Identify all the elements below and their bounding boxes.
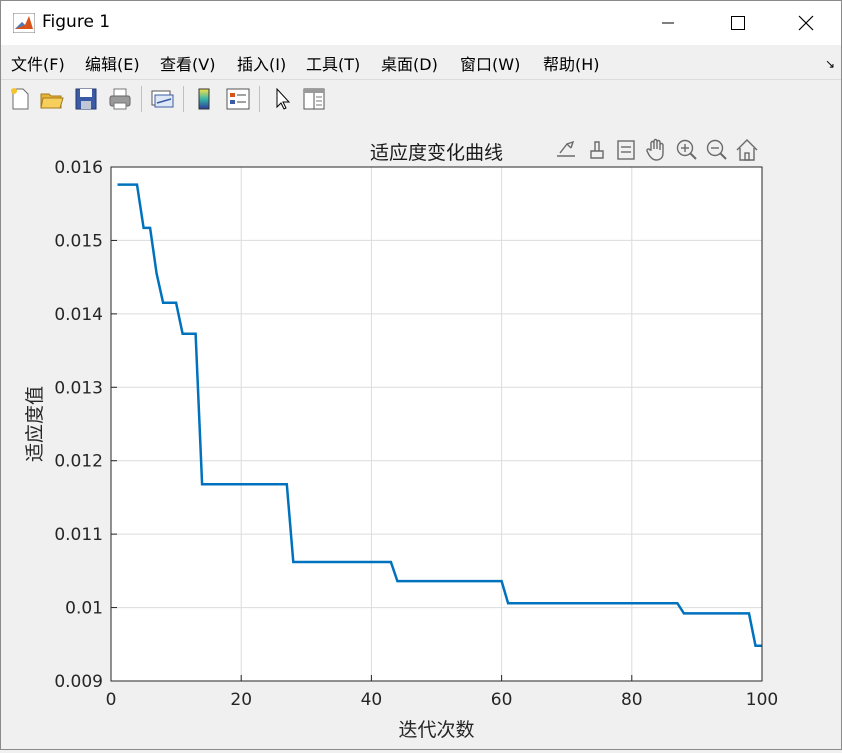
menu-desktop[interactable]: 桌面(D) [381, 51, 438, 75]
open-file-icon[interactable] [39, 86, 65, 112]
property-inspector-icon[interactable] [301, 86, 327, 112]
zoom-out-icon[interactable] [706, 139, 727, 160]
chart-svg: 0 20 40 60 80 100 0.0090.010.0110.0120.0130.0… [24, 138, 778, 741]
menu-window[interactable]: 窗口(W) [460, 51, 520, 75]
menu-view[interactable]: 查看(V) [160, 51, 215, 75]
toolbar-separator [141, 86, 142, 112]
new-figure-icon[interactable] [7, 86, 33, 112]
x-tick-label: 100 [746, 690, 778, 710]
x-tick-label: 80 [621, 690, 643, 710]
menu-edit[interactable]: 编辑(E) [85, 51, 140, 75]
menu-bar: 文件(F) 编辑(E) 查看(V) 插入(I) 工具(T) 桌面(D) 窗口(W… [1, 45, 841, 79]
link-plot-icon[interactable] [149, 86, 175, 112]
edit-plot-icon[interactable] [269, 86, 295, 112]
window-title: Figure 1 [42, 12, 111, 32]
y-tick-label: 0.015 [54, 231, 103, 251]
matlab-logo-icon [13, 13, 35, 33]
y-tick-label: 0.014 [54, 305, 103, 325]
chart-title: 适应度变化曲线 [370, 142, 503, 164]
figure-toolbar [1, 79, 841, 119]
export-icon[interactable] [557, 140, 575, 157]
toolbar-separator [183, 86, 184, 112]
y-axis-ticks: 0.009 0.01 0.011 0.012 0.013 0.014 0.015 0.016 [54, 158, 117, 692]
x-axis-label: 迭代次数 [398, 719, 474, 741]
y-tick-label: 0.013 [54, 378, 103, 398]
close-icon [798, 15, 814, 31]
minimize-icon [662, 22, 674, 24]
home-icon[interactable] [736, 139, 758, 161]
figure-window: Figure 1 文件(F) 编辑(E) 查看(V) 插入(I) 工具(T) 桌… [0, 0, 842, 750]
maximize-button[interactable] [703, 1, 773, 45]
toolbar-separator [259, 86, 260, 112]
axes-toolbar [557, 138, 758, 161]
pan-icon[interactable] [646, 138, 664, 161]
print-icon[interactable] [107, 86, 133, 112]
close-button[interactable] [771, 1, 841, 45]
y-tick-label: 0.009 [54, 672, 103, 692]
y-tick-label: 0.012 [54, 452, 103, 472]
legend-icon[interactable] [225, 86, 251, 112]
save-icon[interactable] [73, 86, 99, 112]
title-bar[interactable]: Figure 1 [1, 1, 841, 45]
maximize-icon [731, 16, 745, 30]
y-tick-label: 0.01 [65, 599, 103, 619]
x-tick-label: 40 [361, 690, 383, 710]
y-tick-label: 0.016 [54, 158, 103, 178]
x-tick-label: 60 [491, 690, 513, 710]
menu-help[interactable]: 帮助(H) [543, 51, 600, 75]
datatip-icon[interactable] [617, 140, 635, 160]
menu-insert[interactable]: 插入(I) [237, 51, 286, 75]
minimize-button[interactable] [633, 1, 703, 45]
figure-canvas: 0 20 40 60 80 100 0.009 0.01 0.011 0.012 0.013 0.0… [1, 118, 841, 749]
y-axis-label: 适应度值 [24, 386, 46, 462]
zoom-in-icon[interactable] [676, 139, 697, 160]
menu-file[interactable]: 文件(F) [11, 51, 65, 75]
dock-arrow-icon[interactable]: ↘ [825, 57, 835, 71]
menu-tools[interactable]: 工具(T) [306, 51, 360, 75]
y-tick-label: 0.011 [54, 525, 103, 545]
x-tick-label: 20 [230, 690, 252, 710]
x-tick-label: 0 [106, 690, 117, 710]
colorbar-icon[interactable] [191, 86, 217, 112]
brush-icon[interactable] [590, 141, 604, 159]
